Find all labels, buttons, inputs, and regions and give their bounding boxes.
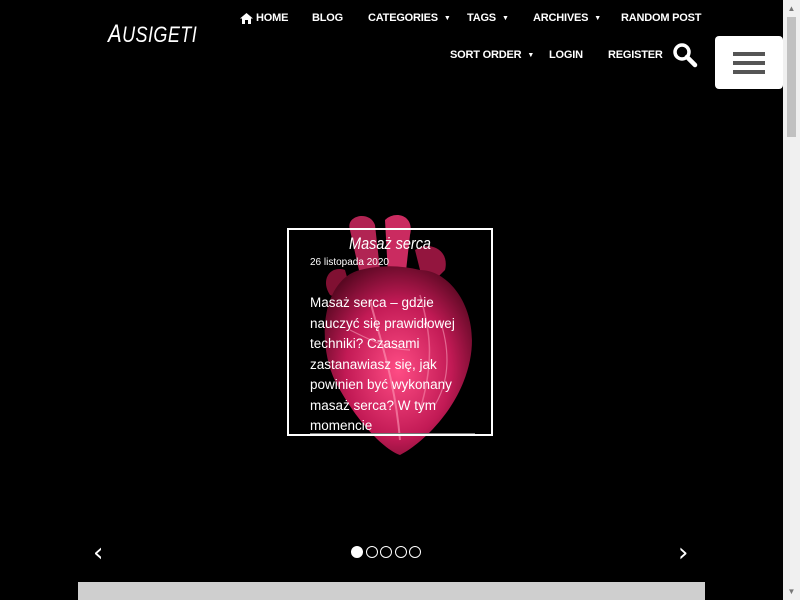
carousel-dot-1[interactable] bbox=[351, 546, 363, 558]
site-logo[interactable]: AUSIGETI bbox=[108, 20, 197, 49]
menu-toggle-button[interactable] bbox=[715, 36, 783, 89]
nav-categories-label: CATEGORIES bbox=[368, 12, 438, 24]
nav-tags[interactable]: TAGS ▼ bbox=[467, 12, 509, 24]
carousel-dot-3[interactable] bbox=[380, 546, 392, 558]
carousel-dot-2[interactable] bbox=[365, 546, 378, 558]
caret-down-icon: ▼ bbox=[443, 14, 451, 22]
page-scrollbar[interactable]: ▲ ▼ bbox=[783, 0, 800, 600]
nav-register-label: REGISTER bbox=[608, 49, 663, 61]
carousel-dot-5[interactable] bbox=[409, 546, 421, 558]
nav-login-label: LOGIN bbox=[549, 49, 583, 61]
carousel-next-button[interactable]: › bbox=[678, 540, 688, 566]
nav-register[interactable]: REGISTER bbox=[608, 49, 663, 61]
scroll-up-icon[interactable]: ▲ bbox=[783, 0, 800, 17]
slide-date: 26 listopada 2020 bbox=[310, 257, 389, 268]
scroll-down-icon[interactable]: ▼ bbox=[783, 583, 800, 600]
home-icon bbox=[240, 12, 253, 24]
page: AUSIGETI HOME BLOG CATEGORIES ▼ TAGS ▼ ARC… bbox=[0, 0, 783, 600]
carousel-dot-4[interactable] bbox=[394, 546, 407, 558]
nav-home-label: HOME bbox=[256, 12, 289, 24]
content-area-top bbox=[78, 582, 705, 600]
carousel-prev-button[interactable]: ‹ bbox=[93, 540, 103, 566]
nav-random-post[interactable]: RANDOM POST bbox=[621, 12, 702, 24]
caret-down-icon: ▼ bbox=[594, 14, 601, 22]
slide-title[interactable]: Masaż serca bbox=[304, 234, 476, 254]
logo-text: USIGETI bbox=[122, 22, 198, 47]
nav-blog-label: BLOG bbox=[312, 12, 343, 24]
nav-categories[interactable]: CATEGORIES ▼ bbox=[368, 12, 451, 24]
nav-random-post-label: RANDOM POST bbox=[621, 12, 702, 24]
nav-home[interactable]: HOME bbox=[240, 12, 288, 24]
nav-blog[interactable]: BLOG bbox=[312, 12, 343, 24]
nav-archives-label: ARCHIVES bbox=[533, 12, 589, 24]
nav-archives[interactable]: ARCHIVES ▼ bbox=[533, 12, 601, 24]
caption-divider bbox=[310, 433, 475, 434]
caret-down-icon: ▼ bbox=[501, 14, 509, 22]
carousel-indicators bbox=[351, 546, 421, 558]
caret-down-icon: ▼ bbox=[527, 51, 535, 59]
slide-excerpt: Masaż serca – gdzie nauczyć się prawidło… bbox=[310, 295, 455, 433]
slide-caption[interactable]: Masaż serca 26 listopada 2020 Masaż serc… bbox=[287, 228, 493, 436]
nav-login[interactable]: LOGIN bbox=[549, 49, 583, 61]
scrollbar-thumb[interactable] bbox=[787, 17, 796, 137]
nav-sort-order[interactable]: SORT ORDER ▼ bbox=[450, 49, 534, 61]
logo-initial: A bbox=[108, 20, 123, 48]
nav-sort-order-label: SORT ORDER bbox=[450, 49, 522, 61]
search-icon[interactable] bbox=[672, 42, 698, 68]
chevron-left-icon: ‹ bbox=[93, 538, 104, 568]
nav-tags-label: TAGS bbox=[467, 12, 496, 24]
chevron-right-icon: › bbox=[678, 538, 689, 568]
